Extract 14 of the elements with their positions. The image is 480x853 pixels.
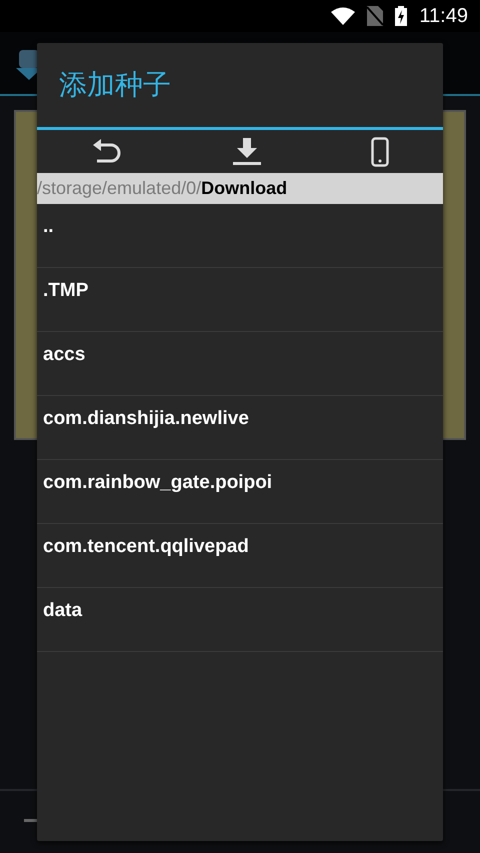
no-sim-icon [367, 6, 384, 26]
folder-item[interactable]: com.dianshijia.newlive [37, 396, 443, 460]
folder-item[interactable]: com.rainbow_gate.poipoi [37, 460, 443, 524]
folder-item[interactable]: .TMP [37, 268, 443, 332]
folder-item[interactable]: data [37, 588, 443, 652]
folder-item[interactable]: .. [37, 204, 443, 268]
status-time: 11:49 [419, 4, 468, 28]
folder-item[interactable]: accs [37, 332, 443, 396]
battery-charging-icon [395, 6, 408, 26]
scroll-indicator [24, 819, 38, 822]
dialog-title: 添加种子 [59, 67, 171, 103]
current-folder: Download [201, 178, 288, 199]
folder-item[interactable]: com.tencent.qqlivepad [37, 524, 443, 588]
wifi-icon [331, 7, 356, 25]
